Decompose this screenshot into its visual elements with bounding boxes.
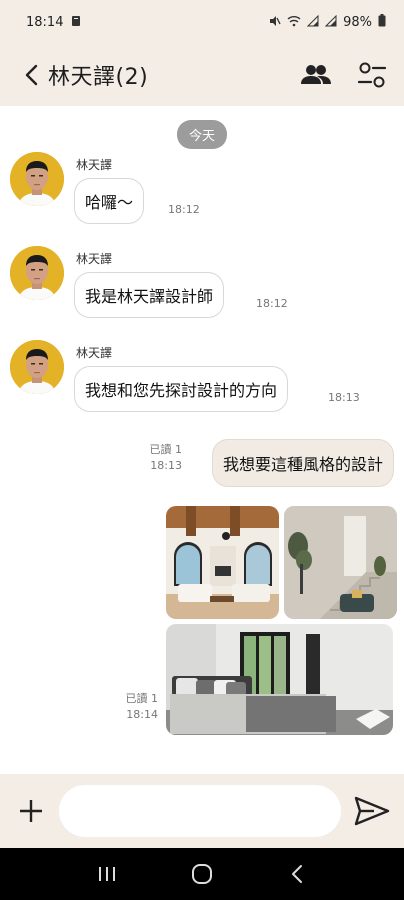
message-bubble[interactable]: 哈囉〜 — [74, 178, 145, 224]
photo-meta: 已讀 1 18:14 — [126, 691, 159, 723]
message-bubble[interactable]: 我想和您先探討設計的方向 — [74, 366, 289, 412]
recent-apps-icon — [99, 867, 116, 881]
chat-area[interactable]: 今天 林天譯 哈囉〜 18:12 林天譯 我是林天譯設計師 18:12 林天譯 … — [0, 106, 404, 774]
read-receipt: 已讀 1 — [125, 692, 159, 705]
status-time: 18:14 — [26, 14, 64, 30]
recent-apps-button[interactable] — [87, 854, 127, 894]
settings-sliders-icon — [358, 62, 386, 88]
status-bar: 18:14 98% — [0, 0, 404, 44]
message-bubble[interactable]: 我是林天譯設計師 — [74, 272, 225, 318]
members-button[interactable] — [300, 59, 332, 91]
message-time: 18:13 — [328, 391, 360, 404]
photo-living-room[interactable] — [166, 506, 279, 619]
status-left: 18:14 — [26, 15, 81, 30]
nav-back-button[interactable] — [277, 854, 317, 894]
incoming-message: 林天譯 我是林天譯設計師 18:12 — [10, 246, 404, 336]
sender-name: 林天譯 — [76, 158, 113, 172]
plus-icon — [19, 800, 42, 822]
photo-bedroom[interactable] — [166, 624, 393, 735]
wifi-icon — [287, 15, 301, 30]
read-receipt: 已讀 1 — [149, 443, 183, 456]
signal-icon-1 — [306, 14, 319, 30]
back-chevron-icon — [25, 64, 38, 86]
battery-icon — [378, 14, 386, 30]
input-bar — [0, 774, 404, 848]
message-time: 18:13 — [150, 459, 182, 472]
message-time: 18:12 — [168, 203, 200, 216]
members-icon — [301, 65, 331, 84]
system-nav-bar — [0, 848, 404, 900]
send-button[interactable] — [353, 791, 392, 831]
status-right: 98% — [269, 14, 386, 30]
mute-icon — [269, 15, 281, 30]
message-bubble[interactable]: 我想要這種風格的設計 — [211, 439, 394, 487]
sender-name: 林天譯 — [76, 346, 113, 360]
incoming-message: 林天譯 我想和您先探討設計的方向 18:13 — [10, 340, 404, 430]
back-icon — [291, 865, 302, 883]
signal-icon-2 — [324, 14, 337, 30]
sender-name: 林天譯 — [76, 252, 113, 266]
photo-staircase[interactable] — [284, 506, 397, 619]
notification-icon — [71, 15, 81, 30]
outgoing-message: 我想要這種風格的設計 — [211, 439, 394, 487]
attach-button[interactable] — [16, 796, 45, 826]
message-time: 18:14 — [126, 708, 158, 721]
outgoing-meta: 已讀 1 18:13 — [150, 442, 183, 474]
header-actions — [300, 59, 388, 91]
avatar[interactable] — [10, 246, 64, 300]
message-input[interactable] — [59, 785, 341, 837]
battery-percent: 98% — [343, 14, 372, 30]
home-button[interactable] — [182, 854, 222, 894]
settings-button[interactable] — [356, 59, 388, 91]
home-icon — [191, 864, 212, 884]
avatar[interactable] — [10, 340, 64, 394]
avatar[interactable] — [10, 152, 64, 206]
message-time: 18:12 — [256, 297, 288, 310]
chat-header: 林天譯(2) — [0, 44, 404, 106]
back-button[interactable] — [20, 63, 44, 87]
chat-title: 林天譯(2) — [48, 65, 149, 90]
date-divider: 今天 — [176, 120, 228, 149]
send-icon — [355, 796, 390, 826]
incoming-message: 林天譯 哈囉〜 18:12 — [10, 152, 404, 242]
